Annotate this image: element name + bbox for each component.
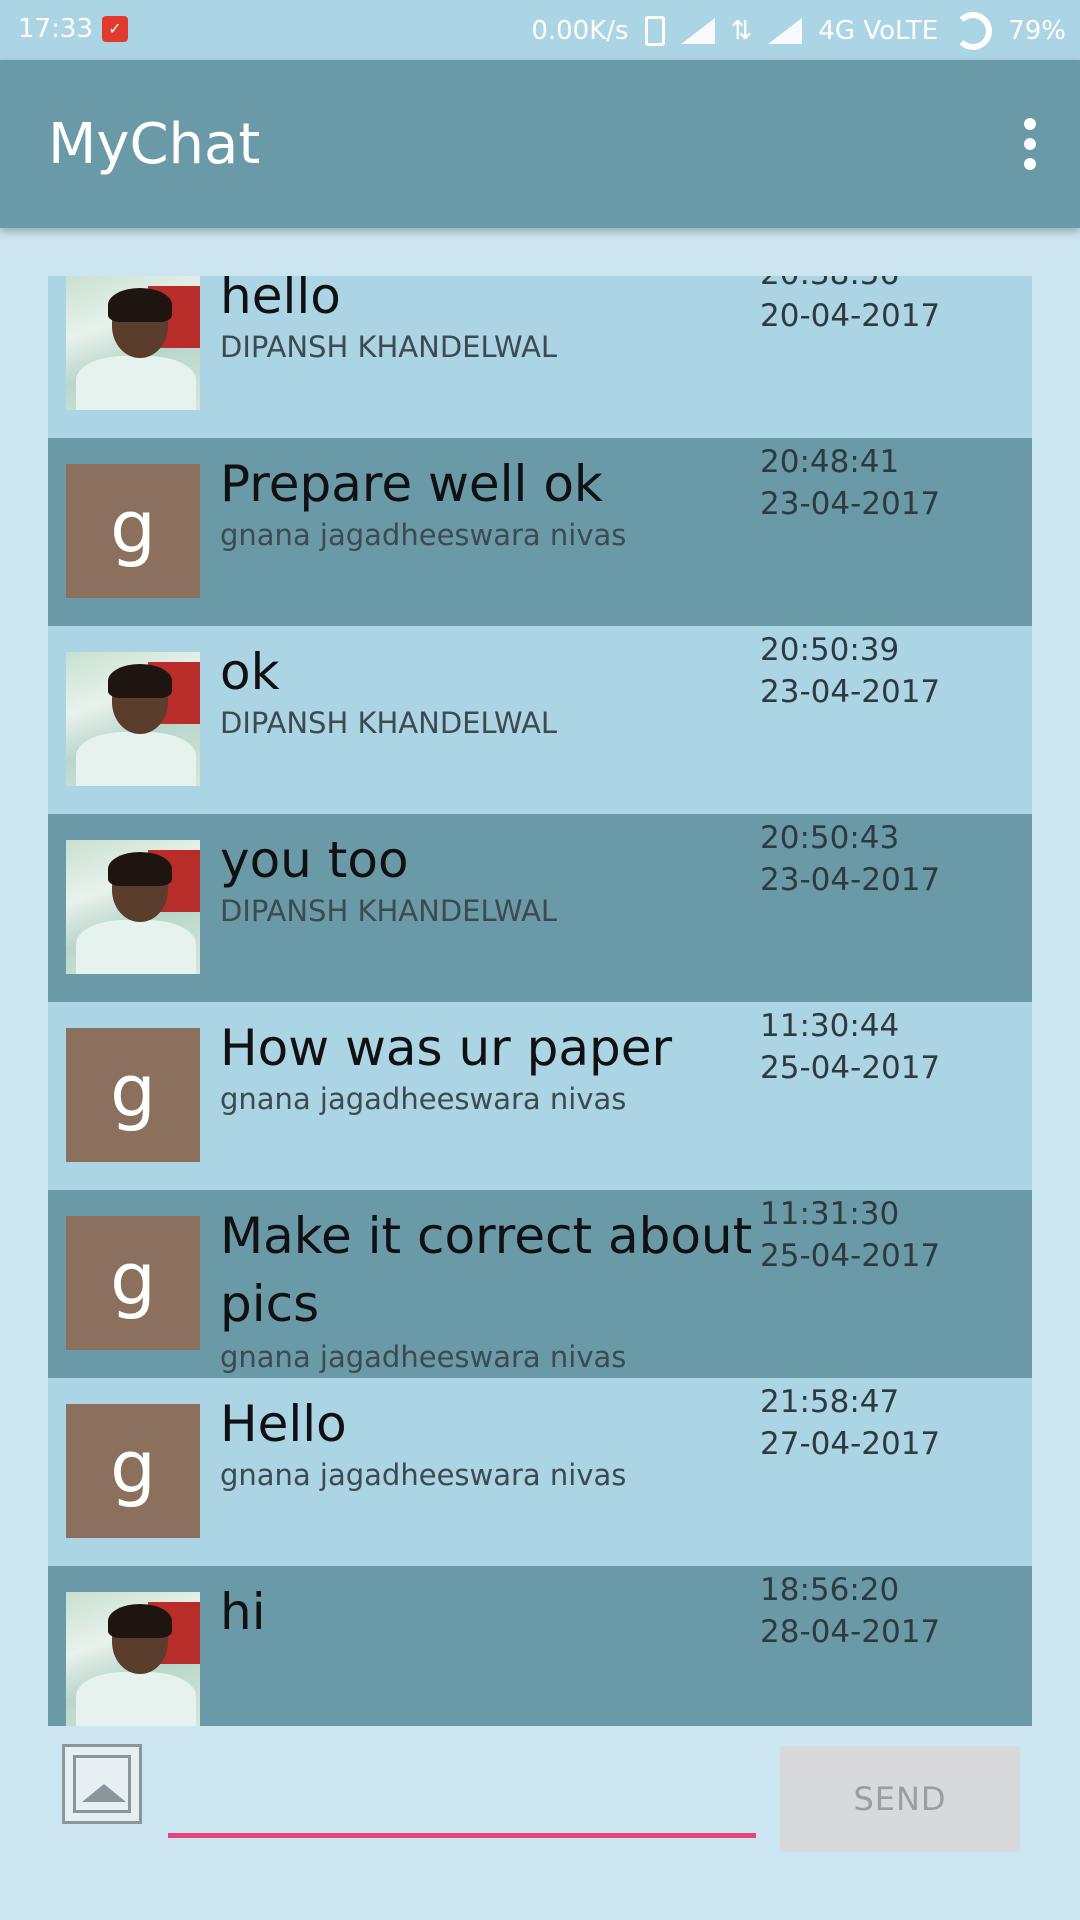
app-title: MyChat [48,112,261,177]
message-row[interactable]: you too DIPANSH KHANDELWAL 20:50:43 23-0… [48,814,1032,1002]
message-input[interactable] [168,1766,756,1838]
message-text: ok [220,643,280,701]
send-button[interactable]: SEND [780,1746,1020,1852]
message-time: 20:48:41 [760,444,900,480]
message-list-inner: hello DIPANSH KHANDELWAL 20:38:56 20-04-… [48,276,1032,1726]
message-time: 11:31:30 [760,1196,900,1232]
compose-bar: SEND [0,1726,1080,1920]
message-sender: gnana jagadheeswara nivas [220,1458,627,1492]
message-text: Make it correct about pics [220,1207,753,1333]
message-text: hi [220,1583,266,1641]
data-arrows-icon: ⇅ [730,16,753,46]
message-row[interactable]: g Hello gnana jagadheeswara nivas 21:58:… [48,1378,1032,1566]
more-vert-icon[interactable] [1020,118,1040,170]
message-sender: DIPANSH KHANDELWAL [220,706,558,740]
avatar: g [66,464,200,598]
message-sender: gnana jagadheeswara nivas [220,518,627,552]
message-row[interactable]: ok DIPANSH KHANDELWAL 20:50:39 23-04-201… [48,626,1032,814]
message-text: Prepare well ok [220,455,603,513]
status-bar: 17:33 ✓ 0.00K/s ⇅ 4G VoLTE 79% [0,0,1080,60]
message-sender: DIPANSH KHANDELWAL [220,894,558,928]
message-date: 27-04-2017 [760,1426,941,1462]
app-bar: MyChat [0,60,1080,228]
message-row[interactable]: hello DIPANSH KHANDELWAL 20:38:56 20-04-… [48,276,1032,438]
message-date: 28-04-2017 [760,1614,941,1650]
message-time: 21:58:47 [760,1384,900,1420]
avatar [66,276,200,410]
vibrate-icon [644,16,665,46]
message-row[interactable]: g How was ur paper gnana jagadheeswara n… [48,1002,1032,1190]
signal-icon-2 [768,18,803,44]
message-date: 20-04-2017 [760,298,941,334]
message-text: you too [220,831,409,889]
signal-icon [680,18,715,44]
network-type: 4G VoLTE [818,16,939,46]
message-text: Hello [220,1395,347,1453]
message-text: How was ur paper [220,1019,673,1077]
message-row[interactable]: g Prepare well ok gnana jagadheeswara ni… [48,438,1032,626]
avatar [66,1592,200,1726]
message-text: hello [220,276,341,325]
message-sender: DIPANSH KHANDELWAL [220,330,558,364]
status-indicators: 0.00K/s ⇅ 4G VoLTE 79% [531,12,1066,50]
notification-icon: ✓ [102,16,128,42]
avatar [66,652,200,786]
image-icon[interactable] [62,1744,142,1824]
message-row[interactable]: g Make it correct about pics gnana jagad… [48,1190,1032,1378]
message-time: 11:30:44 [760,1008,900,1044]
message-time: 18:56:20 [760,1572,900,1608]
message-row[interactable]: hi 18:56:20 28-04-2017 [48,1566,1032,1726]
message-time: 20:38:56 [760,276,899,292]
net-speed: 0.00K/s [531,16,629,46]
message-sender: gnana jagadheeswara nivas [220,1340,627,1374]
message-date: 25-04-2017 [760,1050,941,1086]
avatar [66,840,200,974]
avatar: g [66,1028,200,1162]
status-time: 17:33 [18,14,93,44]
message-time: 20:50:43 [760,820,900,856]
battery-level: 79% [1008,16,1066,46]
message-date: 23-04-2017 [760,486,941,522]
message-date: 25-04-2017 [760,1238,941,1274]
avatar: g [66,1216,200,1350]
message-date: 23-04-2017 [760,862,941,898]
message-time: 20:50:39 [760,632,900,668]
message-list[interactable]: hello DIPANSH KHANDELWAL 20:38:56 20-04-… [48,276,1032,1726]
avatar: g [66,1404,200,1538]
message-date: 23-04-2017 [760,674,941,710]
message-sender: gnana jagadheeswara nivas [220,1082,627,1116]
battery-icon [954,12,993,50]
